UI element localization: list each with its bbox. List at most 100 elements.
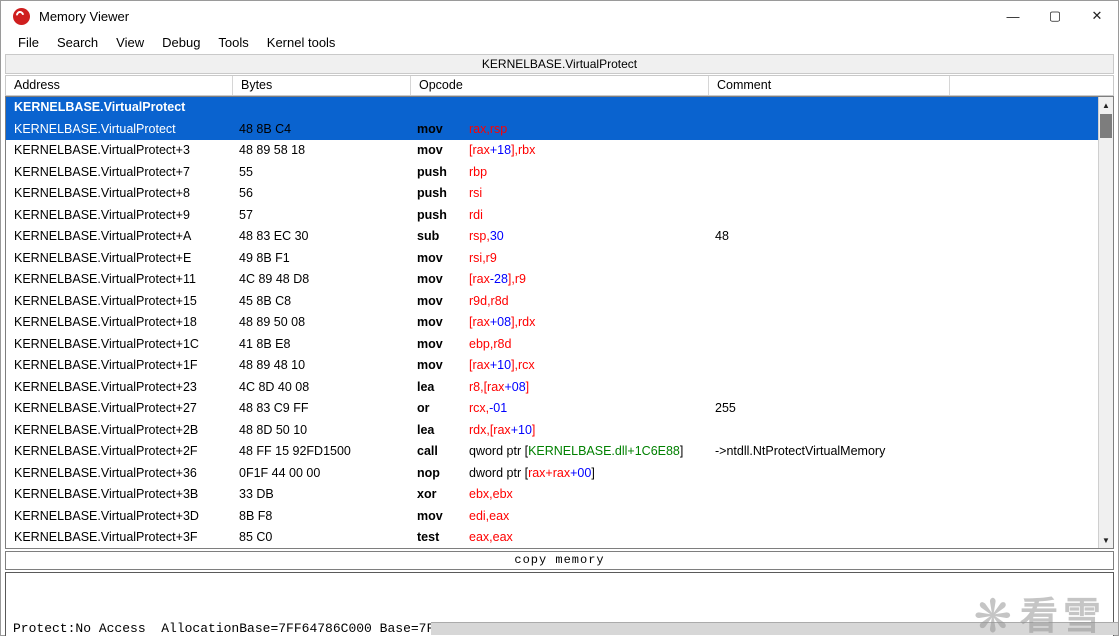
addr-cell: KERNELBASE.VirtualProtect+36 xyxy=(14,465,197,480)
opcode-cell: lea r8,[rax+08] xyxy=(417,379,530,394)
menu-item-file[interactable]: File xyxy=(9,33,48,52)
menu-item-tools[interactable]: Tools xyxy=(209,33,257,52)
disasm-row[interactable]: KERNELBASE.VirtualProtect+7 55 push rbp xyxy=(6,162,1098,184)
addr-cell: KERNELBASE.VirtualProtect xyxy=(14,121,176,136)
comment-cell: ->ntdll.NtProtectVirtualMemory xyxy=(715,444,886,458)
disasm-row[interactable]: KERNELBASE.VirtualProtect+8 56 push rsi xyxy=(6,183,1098,205)
addr-cell: KERNELBASE.VirtualProtect+7 xyxy=(14,164,190,179)
disasm-row[interactable]: KERNELBASE.VirtualProtect+18 48 89 50 08 m… xyxy=(6,312,1098,334)
opcode-cell: mov rax,rsp xyxy=(417,121,508,136)
comment-cell: 255 xyxy=(715,401,736,415)
bytes-cell: 41 8B E8 xyxy=(239,336,291,351)
opcode-cell: or rcx,-01 xyxy=(417,401,508,415)
opcode-cell: mov [rax+08],rdx xyxy=(417,315,536,329)
opcode-cell: call qword ptr [KERNELBASE.dll+1C6E88] xyxy=(417,444,684,458)
menu-bar: File Search View Debug Tools Kernel tools xyxy=(1,31,1118,54)
disasm-row[interactable]: KERNELBASE.VirtualProtect+1C 41 8B E8 mov e… xyxy=(6,334,1098,356)
opcode-cell: mov edi,eax xyxy=(417,508,510,523)
copy-memory-bar: copy memory xyxy=(5,551,1114,570)
addr-cell: KERNELBASE.VirtualProtect+1F xyxy=(14,358,198,372)
opcode-cell: mov rsi,r9 xyxy=(417,250,497,265)
disassembly-rows: KERNELBASE.VirtualProtect KERNELBASE.Virt… xyxy=(6,97,1098,548)
minimize-icon[interactable]: — xyxy=(992,1,1034,31)
menu-item-view[interactable]: View xyxy=(107,33,153,52)
disasm-row[interactable]: KERNELBASE.VirtualProtect+2F 48 FF 15 92F… xyxy=(6,441,1098,463)
disasm-row[interactable]: KERNELBASE.VirtualProtect+2B 48 8D 50 10 l… xyxy=(6,420,1098,442)
disasm-row[interactable]: KERNELBASE.VirtualProtect+E 49 8B F1 mov rs… xyxy=(6,248,1098,270)
disasm-row[interactable]: KERNELBASE.VirtualProtect+27 48 83 C9 FF o… xyxy=(6,398,1098,420)
comment-cell xyxy=(709,377,1098,399)
comment-cell: 48 xyxy=(715,229,729,243)
disasm-row[interactable]: KERNELBASE.VirtualProtect+9 57 push rdi xyxy=(6,205,1098,227)
addr-cell: KERNELBASE.VirtualProtect+3B xyxy=(14,487,199,501)
comment-cell xyxy=(709,484,1098,506)
app-icon xyxy=(13,7,30,25)
column-header-address[interactable]: Address xyxy=(6,76,233,95)
bytes-cell: 0F1F 44 00 00 xyxy=(239,465,321,480)
addr-cell: KERNELBASE.VirtualProtect+15 xyxy=(14,293,197,308)
column-header-bytes[interactable]: Bytes xyxy=(233,76,411,95)
opcode-cell: mov [rax-28],r9 xyxy=(417,272,526,286)
bytes-cell: 48 8B C4 xyxy=(239,121,292,136)
comment-cell xyxy=(709,527,1098,548)
symbol-label-row[interactable]: KERNELBASE.VirtualProtect xyxy=(6,97,1098,119)
addr-cell: KERNELBASE.VirtualProtect+11 xyxy=(14,272,196,286)
disasm-row[interactable]: KERNELBASE.VirtualProtect+1F 48 89 48 10 m… xyxy=(6,355,1098,377)
disasm-row[interactable]: KERNELBASE.VirtualProtect+3D 8B F8 mov edi,… xyxy=(6,506,1098,528)
opcode-cell: push rsi xyxy=(417,186,483,200)
bytes-cell: 4C 89 48 D8 xyxy=(239,272,310,286)
addr-cell: KERNELBASE.VirtualProtect+2F xyxy=(14,444,198,458)
disasm-row[interactable]: KERNELBASE.VirtualProtect+3F 85 C0 test eax… xyxy=(6,527,1098,548)
comment-cell xyxy=(709,269,1098,291)
addr-cell: KERNELBASE.VirtualProtect+18 xyxy=(14,315,197,329)
opcode-cell: mov [rax+18],rbx xyxy=(417,143,536,157)
column-header-opcode[interactable]: Opcode xyxy=(411,76,709,95)
bytes-cell: 48 89 48 10 xyxy=(239,358,306,372)
bytes-cell: 57 xyxy=(239,207,253,222)
disasm-row[interactable]: KERNELBASE.VirtualProtect+3 48 89 58 18 mo… xyxy=(6,140,1098,162)
vertical-scrollbar[interactable]: ▲ ▼ xyxy=(1098,97,1113,548)
addr-cell: KERNELBASE.VirtualProtect+E xyxy=(14,250,192,265)
bytes-cell: 49 8B F1 xyxy=(239,250,290,265)
close-icon[interactable]: ✕ xyxy=(1076,1,1118,31)
menu-item-debug[interactable]: Debug xyxy=(153,33,209,52)
bytes-cell: 85 C0 xyxy=(239,530,273,544)
column-header-comment[interactable]: Comment xyxy=(709,76,950,95)
bytes-cell: 4C 8D 40 08 xyxy=(239,379,310,394)
addr-cell: KERNELBASE.VirtualProtect+A xyxy=(14,229,192,243)
bytes-cell: 55 xyxy=(239,164,253,179)
comment-cell xyxy=(709,420,1098,442)
menu-item-search[interactable]: Search xyxy=(48,33,107,52)
bytes-cell: 45 8B C8 xyxy=(239,293,292,308)
comment-cell xyxy=(709,205,1098,227)
disasm-row[interactable]: KERNELBASE.VirtualProtect+36 0F1F 44 00 0… xyxy=(6,463,1098,485)
opcode-cell: mov ebp,r8d xyxy=(417,336,512,351)
scrollbar-thumb[interactable] xyxy=(1100,114,1112,138)
opcode-cell: mov [rax+10],rcx xyxy=(417,358,535,372)
bytes-cell: 56 xyxy=(239,186,253,200)
bytes-cell: 48 89 50 08 xyxy=(239,315,306,329)
addr-cell: KERNELBASE.VirtualProtect+1C xyxy=(14,336,199,351)
module-header: KERNELBASE.VirtualProtect xyxy=(5,54,1114,74)
scroll-down-icon[interactable]: ▼ xyxy=(1099,532,1113,548)
disasm-row[interactable]: KERNELBASE.VirtualProtect+A 48 83 EC 30 su… xyxy=(6,226,1098,248)
maximize-icon[interactable]: ▢ xyxy=(1034,1,1076,31)
opcode-cell: test eax,eax xyxy=(417,530,513,544)
bytes-cell: 48 89 58 18 xyxy=(239,143,306,157)
disasm-row[interactable]: KERNELBASE.VirtualProtect+15 45 8B C8 mov r… xyxy=(6,291,1098,313)
disasm-row[interactable]: KERNELBASE.VirtualProtect+23 4C 8D 40 08 l… xyxy=(6,377,1098,399)
menu-item-kernel-tools[interactable]: Kernel tools xyxy=(258,33,345,52)
disasm-row[interactable]: KERNELBASE.VirtualProtect 48 8B C4 mov rax,… xyxy=(6,118,1098,140)
bytes-cell: 8B F8 xyxy=(239,508,273,523)
addr-cell: KERNELBASE.VirtualProtect+23 xyxy=(14,379,197,394)
disasm-row[interactable]: KERNELBASE.VirtualProtect+3B 33 DB xor ebx,… xyxy=(6,484,1098,506)
column-header-filler xyxy=(950,76,1113,95)
disasm-row[interactable]: KERNELBASE.VirtualProtect+11 4C 89 48 D8 m… xyxy=(6,269,1098,291)
opcode-cell: sub rsp,30 xyxy=(417,229,504,243)
scroll-up-icon[interactable]: ▲ xyxy=(1099,97,1113,113)
bytes-cell: 48 83 C9 FF xyxy=(239,401,309,415)
disassembly-pane: KERNELBASE.VirtualProtect KERNELBASE.Virt… xyxy=(5,96,1114,549)
comment-cell xyxy=(709,506,1098,528)
comment-cell xyxy=(709,463,1098,485)
comment-cell xyxy=(709,97,1098,119)
